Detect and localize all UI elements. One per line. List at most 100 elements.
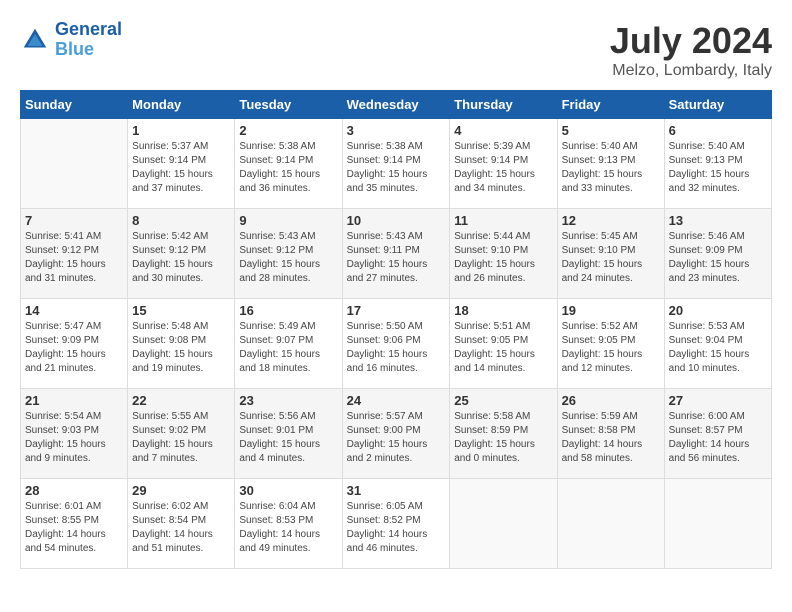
calendar-day-cell: 21 Sunrise: 5:54 AM Sunset: 9:03 PM Dayl…	[21, 389, 128, 479]
calendar-day-cell: 20 Sunrise: 5:53 AM Sunset: 9:04 PM Dayl…	[664, 299, 771, 389]
day-number: 22	[132, 393, 230, 408]
day-number: 8	[132, 213, 230, 228]
day-number: 27	[669, 393, 767, 408]
day-number: 9	[239, 213, 337, 228]
day-info: Sunrise: 5:38 AM Sunset: 9:14 PM Dayligh…	[239, 140, 337, 196]
weekday-header: Sunday	[21, 91, 128, 119]
calendar-day-cell: 18 Sunrise: 5:51 AM Sunset: 9:05 PM Dayl…	[450, 299, 557, 389]
calendar-day-cell: 11 Sunrise: 5:44 AM Sunset: 9:10 PM Dayl…	[450, 209, 557, 299]
day-info: Sunrise: 5:40 AM Sunset: 9:13 PM Dayligh…	[669, 140, 767, 196]
calendar-body: 1 Sunrise: 5:37 AM Sunset: 9:14 PM Dayli…	[21, 119, 772, 569]
day-info: Sunrise: 6:02 AM Sunset: 8:54 PM Dayligh…	[132, 500, 230, 556]
day-info: Sunrise: 5:57 AM Sunset: 9:00 PM Dayligh…	[347, 410, 446, 466]
calendar-day-cell: 24 Sunrise: 5:57 AM Sunset: 9:00 PM Dayl…	[342, 389, 450, 479]
calendar-day-cell: 27 Sunrise: 6:00 AM Sunset: 8:57 PM Dayl…	[664, 389, 771, 479]
day-info: Sunrise: 5:50 AM Sunset: 9:06 PM Dayligh…	[347, 320, 446, 376]
calendar-day-cell: 1 Sunrise: 5:37 AM Sunset: 9:14 PM Dayli…	[128, 119, 235, 209]
location: Melzo, Lombardy, Italy	[610, 62, 772, 80]
day-info: Sunrise: 5:56 AM Sunset: 9:01 PM Dayligh…	[239, 410, 337, 466]
calendar-week-row: 28 Sunrise: 6:01 AM Sunset: 8:55 PM Dayl…	[21, 479, 772, 569]
logo: General Blue	[20, 20, 122, 60]
calendar-day-cell: 30 Sunrise: 6:04 AM Sunset: 8:53 PM Dayl…	[235, 479, 342, 569]
day-info: Sunrise: 5:48 AM Sunset: 9:08 PM Dayligh…	[132, 320, 230, 376]
calendar-day-cell	[21, 119, 128, 209]
day-number: 12	[562, 213, 660, 228]
weekday-header: Wednesday	[342, 91, 450, 119]
calendar-day-cell: 5 Sunrise: 5:40 AM Sunset: 9:13 PM Dayli…	[557, 119, 664, 209]
day-number: 11	[454, 213, 552, 228]
calendar-day-cell: 12 Sunrise: 5:45 AM Sunset: 9:10 PM Dayl…	[557, 209, 664, 299]
day-info: Sunrise: 5:51 AM Sunset: 9:05 PM Dayligh…	[454, 320, 552, 376]
day-info: Sunrise: 5:59 AM Sunset: 8:58 PM Dayligh…	[562, 410, 660, 466]
calendar-day-cell: 9 Sunrise: 5:43 AM Sunset: 9:12 PM Dayli…	[235, 209, 342, 299]
day-number: 3	[347, 123, 446, 138]
day-number: 6	[669, 123, 767, 138]
calendar-day-cell: 22 Sunrise: 5:55 AM Sunset: 9:02 PM Dayl…	[128, 389, 235, 479]
day-info: Sunrise: 5:55 AM Sunset: 9:02 PM Dayligh…	[132, 410, 230, 466]
day-info: Sunrise: 5:44 AM Sunset: 9:10 PM Dayligh…	[454, 230, 552, 286]
calendar-day-cell: 23 Sunrise: 5:56 AM Sunset: 9:01 PM Dayl…	[235, 389, 342, 479]
day-info: Sunrise: 5:43 AM Sunset: 9:11 PM Dayligh…	[347, 230, 446, 286]
calendar-day-cell: 16 Sunrise: 5:49 AM Sunset: 9:07 PM Dayl…	[235, 299, 342, 389]
day-number: 28	[25, 483, 123, 498]
day-info: Sunrise: 5:41 AM Sunset: 9:12 PM Dayligh…	[25, 230, 123, 286]
weekday-header: Monday	[128, 91, 235, 119]
day-info: Sunrise: 5:47 AM Sunset: 9:09 PM Dayligh…	[25, 320, 123, 376]
title-section: July 2024 Melzo, Lombardy, Italy	[610, 20, 772, 80]
page-header: General Blue July 2024 Melzo, Lombardy, …	[20, 20, 772, 80]
day-info: Sunrise: 5:38 AM Sunset: 9:14 PM Dayligh…	[347, 140, 446, 196]
day-number: 18	[454, 303, 552, 318]
day-info: Sunrise: 5:58 AM Sunset: 8:59 PM Dayligh…	[454, 410, 552, 466]
day-info: Sunrise: 5:42 AM Sunset: 9:12 PM Dayligh…	[132, 230, 230, 286]
day-number: 26	[562, 393, 660, 408]
day-info: Sunrise: 6:01 AM Sunset: 8:55 PM Dayligh…	[25, 500, 123, 556]
header-row: SundayMondayTuesdayWednesdayThursdayFrid…	[21, 91, 772, 119]
calendar-day-cell: 2 Sunrise: 5:38 AM Sunset: 9:14 PM Dayli…	[235, 119, 342, 209]
day-number: 25	[454, 393, 552, 408]
calendar-week-row: 21 Sunrise: 5:54 AM Sunset: 9:03 PM Dayl…	[21, 389, 772, 479]
calendar-day-cell: 29 Sunrise: 6:02 AM Sunset: 8:54 PM Dayl…	[128, 479, 235, 569]
day-info: Sunrise: 5:46 AM Sunset: 9:09 PM Dayligh…	[669, 230, 767, 286]
day-info: Sunrise: 6:00 AM Sunset: 8:57 PM Dayligh…	[669, 410, 767, 466]
calendar-day-cell: 15 Sunrise: 5:48 AM Sunset: 9:08 PM Dayl…	[128, 299, 235, 389]
calendar-header: SundayMondayTuesdayWednesdayThursdayFrid…	[21, 91, 772, 119]
day-number: 23	[239, 393, 337, 408]
calendar-week-row: 7 Sunrise: 5:41 AM Sunset: 9:12 PM Dayli…	[21, 209, 772, 299]
calendar-day-cell: 14 Sunrise: 5:47 AM Sunset: 9:09 PM Dayl…	[21, 299, 128, 389]
day-number: 21	[25, 393, 123, 408]
day-number: 24	[347, 393, 446, 408]
day-number: 13	[669, 213, 767, 228]
calendar-day-cell: 10 Sunrise: 5:43 AM Sunset: 9:11 PM Dayl…	[342, 209, 450, 299]
day-number: 14	[25, 303, 123, 318]
calendar-day-cell	[557, 479, 664, 569]
day-number: 15	[132, 303, 230, 318]
calendar-day-cell: 6 Sunrise: 5:40 AM Sunset: 9:13 PM Dayli…	[664, 119, 771, 209]
calendar-week-row: 1 Sunrise: 5:37 AM Sunset: 9:14 PM Dayli…	[21, 119, 772, 209]
calendar-day-cell: 8 Sunrise: 5:42 AM Sunset: 9:12 PM Dayli…	[128, 209, 235, 299]
calendar-day-cell: 3 Sunrise: 5:38 AM Sunset: 9:14 PM Dayli…	[342, 119, 450, 209]
calendar-day-cell: 25 Sunrise: 5:58 AM Sunset: 8:59 PM Dayl…	[450, 389, 557, 479]
logo-icon	[20, 25, 50, 55]
calendar-day-cell: 4 Sunrise: 5:39 AM Sunset: 9:14 PM Dayli…	[450, 119, 557, 209]
weekday-header: Friday	[557, 91, 664, 119]
day-number: 7	[25, 213, 123, 228]
calendar-day-cell: 31 Sunrise: 6:05 AM Sunset: 8:52 PM Dayl…	[342, 479, 450, 569]
day-number: 2	[239, 123, 337, 138]
day-info: Sunrise: 5:40 AM Sunset: 9:13 PM Dayligh…	[562, 140, 660, 196]
day-number: 30	[239, 483, 337, 498]
day-number: 31	[347, 483, 446, 498]
calendar-day-cell: 19 Sunrise: 5:52 AM Sunset: 9:05 PM Dayl…	[557, 299, 664, 389]
day-number: 17	[347, 303, 446, 318]
calendar-table: SundayMondayTuesdayWednesdayThursdayFrid…	[20, 90, 772, 569]
day-info: Sunrise: 5:39 AM Sunset: 9:14 PM Dayligh…	[454, 140, 552, 196]
day-number: 19	[562, 303, 660, 318]
day-info: Sunrise: 5:52 AM Sunset: 9:05 PM Dayligh…	[562, 320, 660, 376]
calendar-day-cell: 26 Sunrise: 5:59 AM Sunset: 8:58 PM Dayl…	[557, 389, 664, 479]
day-info: Sunrise: 5:43 AM Sunset: 9:12 PM Dayligh…	[239, 230, 337, 286]
day-number: 10	[347, 213, 446, 228]
calendar-day-cell: 17 Sunrise: 5:50 AM Sunset: 9:06 PM Dayl…	[342, 299, 450, 389]
day-number: 4	[454, 123, 552, 138]
weekday-header: Tuesday	[235, 91, 342, 119]
day-info: Sunrise: 5:37 AM Sunset: 9:14 PM Dayligh…	[132, 140, 230, 196]
day-info: Sunrise: 5:45 AM Sunset: 9:10 PM Dayligh…	[562, 230, 660, 286]
